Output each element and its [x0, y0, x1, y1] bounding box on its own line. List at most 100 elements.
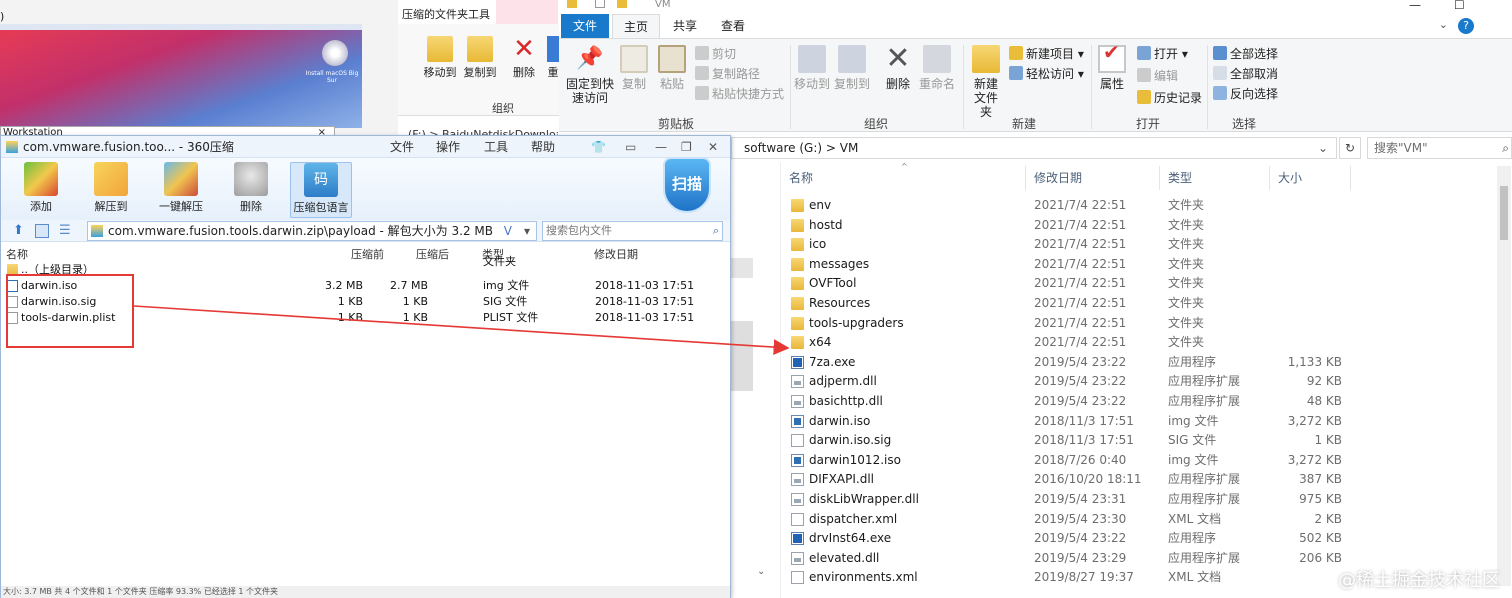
file-row[interactable]: env 2021/7/4 22:51 文件夹 [781, 196, 1351, 216]
tab-view[interactable]: 查看 [709, 14, 757, 38]
delete-button[interactable]: ✕ 删除 [504, 30, 544, 80]
file-row[interactable]: adjperm.dll 2019/5/4 23:22 应用程序扩展 92 KB [781, 372, 1351, 392]
menu-file[interactable]: 文件 [390, 136, 414, 158]
select-none-button[interactable]: 全部取消 [1213, 65, 1278, 83]
select-all-button[interactable]: 全部选择 [1213, 45, 1278, 63]
zip-path-field[interactable]: com.vmware.fusion.tools.darwin.zip\paylo… [87, 221, 537, 241]
file-row[interactable]: darwin.iso 2018/11/3 17:51 img 文件 3,272 KB [781, 412, 1351, 432]
archive-language-button[interactable]: 码压缩包语言 [290, 162, 352, 218]
file-row[interactable]: messages 2021/7/4 22:51 文件夹 [781, 255, 1351, 275]
paste-shortcut-button[interactable]: 粘贴快捷方式 [695, 85, 784, 103]
chevron-down-icon[interactable]: ⌄ [1318, 138, 1328, 158]
file-row[interactable]: ico 2021/7/4 22:51 文件夹 [781, 235, 1351, 255]
restore-button[interactable]: ❐ [681, 136, 692, 158]
move-to-button[interactable]: 移动到 [793, 39, 831, 91]
history-button[interactable]: 历史记录 [1137, 89, 1202, 107]
address-field[interactable]: software (G:) > VM ⌄ [731, 137, 1337, 159]
zip-row[interactable]: darwin.iso.sig 1 KB 1 KB SIG 文件 2018-11-03 1… [1, 294, 730, 310]
help-icon[interactable]: ? [1458, 18, 1474, 34]
delete-button[interactable]: 删除 [223, 162, 279, 214]
minimize-icon[interactable]: — [655, 136, 667, 158]
column-name[interactable]: 名称 [6, 246, 28, 262]
nav-scrollbar[interactable]: ⌄ [757, 166, 771, 586]
file-row[interactable]: basichttp.dll 2019/5/4 23:22 应用程序扩展 48 KB [781, 392, 1351, 412]
column-before[interactable]: 压缩前 [351, 246, 384, 262]
properties-qa-icon[interactable] [595, 0, 605, 8]
column-type[interactable]: 类型 [1160, 166, 1270, 190]
file-row[interactable]: dispatcher.xml 2019/5/4 23:30 XML 文档 2 KB [781, 510, 1351, 530]
menu-help[interactable]: 帮助 [531, 136, 555, 158]
column-after[interactable]: 压缩后 [416, 246, 449, 262]
new-folder-button[interactable]: 新建文件夹 [967, 39, 1005, 119]
file-row[interactable]: x64 2021/7/4 22:51 文件夹 [781, 333, 1351, 353]
file-row[interactable]: darwin.iso.sig 2018/11/3 17:51 SIG 文件 1 KB [781, 431, 1351, 451]
open-button[interactable]: 打开 ▾ [1137, 45, 1188, 63]
menu-operations[interactable]: 操作 [436, 136, 460, 158]
nav-scroll-thumb[interactable] [731, 321, 753, 391]
new-item-button[interactable]: 新建项目 ▾ [1009, 45, 1084, 63]
tab-share[interactable]: 共享 [661, 14, 709, 38]
menu-tools[interactable]: 工具 [484, 136, 508, 158]
rename-button[interactable]: 重命名 [917, 39, 957, 91]
zip-search-input[interactable]: 搜索包内文件 ⌕ [542, 221, 723, 241]
file-list-scrollbar[interactable] [1497, 166, 1511, 586]
file-row[interactable]: drvInst64.exe 2019/5/4 23:22 应用程序 502 KB [781, 529, 1351, 549]
scrollbar-thumb[interactable] [1500, 186, 1508, 240]
chevron-icon[interactable]: V [504, 222, 512, 240]
up-arrow-icon[interactable]: ⬆ [13, 224, 27, 238]
file-row[interactable]: Resources 2021/7/4 22:51 文件夹 [781, 294, 1351, 314]
minimize-button[interactable]: — [1409, 0, 1421, 12]
search-input[interactable]: 搜索"VM" ⌕ [1367, 137, 1512, 159]
one-click-extract-button[interactable]: 一键解压 [153, 162, 209, 214]
copy-path-button[interactable]: 复制路径 [695, 65, 760, 83]
file-row[interactable]: environments.xml 2019/8/27 19:37 XML 文档 [781, 568, 1351, 588]
view-icon[interactable] [35, 224, 49, 238]
edit-button[interactable]: 编辑 [1137, 67, 1178, 85]
minimize-button[interactable]: ▭ [625, 136, 636, 158]
file-type: 文件夹 [1168, 198, 1205, 212]
copy-to-button[interactable]: 复制到 [458, 30, 502, 80]
easy-access-button[interactable]: 轻松访问 ▾ [1009, 65, 1084, 83]
tab-file[interactable]: 文件 [561, 14, 609, 38]
zip-row[interactable]: ..（上级目录） 文件夹 [1, 255, 730, 278]
file-row[interactable]: DIFXAPI.dll 2016/10/20 18:11 应用程序扩展 387 KB [781, 470, 1351, 490]
move-to-button[interactable]: 移动到 [418, 30, 462, 80]
dropdown-icon[interactable]: ▾ [524, 222, 530, 240]
file-row[interactable]: darwin1012.iso 2018/7/26 0:40 img 文件 3,272 … [781, 451, 1351, 471]
paste-button[interactable]: 粘贴 [655, 39, 689, 91]
zip-row[interactable]: darwin.iso 3.2 MB 2.7 MB img 文件 2018-11-03 1… [1, 278, 730, 294]
add-button[interactable]: 添加 [13, 162, 69, 214]
invert-selection-button[interactable]: 反向选择 [1213, 85, 1278, 103]
scan-button[interactable]: 扫描 [663, 157, 711, 213]
pin-quick-access-button[interactable]: 📌 固定到快速访问 [565, 39, 615, 105]
file-row[interactable]: 7za.exe 2019/5/4 23:22 应用程序 1,133 KB [781, 353, 1351, 373]
column-date[interactable]: 修改日期 [1026, 166, 1160, 190]
close-button[interactable]: ✕ [708, 136, 718, 158]
copy-to-button[interactable]: 复制到 [833, 39, 871, 91]
file-row[interactable]: diskLibWrapper.dll 2019/5/4 23:31 应用程序扩展 97… [781, 490, 1351, 510]
chevron-down-icon[interactable]: ⌄ [1439, 18, 1448, 31]
file-row[interactable]: tools-upgraders 2021/7/4 22:51 文件夹 [781, 314, 1351, 334]
disc-icon[interactable] [322, 40, 348, 66]
file-row[interactable]: OVFTool 2021/7/4 22:51 文件夹 [781, 274, 1351, 294]
cut-button[interactable]: 剪切 [695, 45, 736, 63]
newfolder-qa-icon[interactable] [617, 0, 627, 8]
file-row[interactable]: elevated.dll 2019/5/4 23:29 应用程序扩展 206 KB [781, 549, 1351, 569]
copy-button[interactable]: 复制 [617, 39, 651, 91]
extract-to-button[interactable]: 解压到 [83, 162, 139, 214]
column-name[interactable]: 名称 [781, 166, 1026, 190]
maximize-button[interactable]: ☐ [1454, 0, 1465, 12]
properties-button[interactable]: 属性 [1095, 39, 1129, 91]
refresh-button[interactable]: ↻ [1339, 137, 1361, 159]
column-size[interactable]: 大小 [1270, 166, 1351, 190]
delete-button[interactable]: ✕ 删除 [881, 39, 915, 92]
zip-row[interactable]: tools-darwin.plist 1 KB 1 KB PLIST 文件 2018-1… [1, 310, 730, 326]
scroll-down-icon[interactable]: ⌄ [757, 566, 765, 577]
context-tab-label[interactable]: 压缩的文件夹工具 [398, 6, 563, 22]
navigation-pane[interactable] [731, 162, 781, 598]
tab-home[interactable]: 主页 [612, 14, 660, 38]
column-date[interactable]: 修改日期 [594, 246, 638, 262]
skin-icon[interactable]: 👕 [591, 136, 606, 158]
list-view-icon[interactable]: ☰ [59, 224, 73, 238]
file-row[interactable]: hostd 2021/7/4 22:51 文件夹 [781, 216, 1351, 236]
